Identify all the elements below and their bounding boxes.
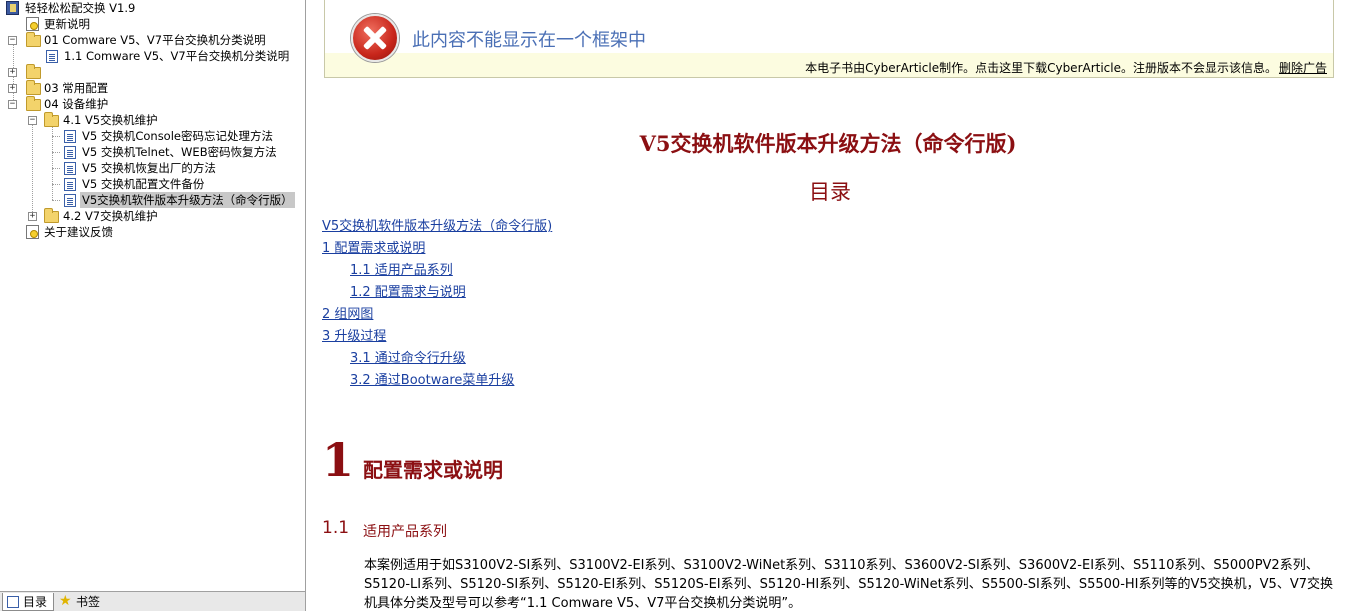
tree-item-factory-reset[interactable]: V5 交换机恢复出厂的方法 [64,160,218,176]
tree-item-label: 1.1 Comware V5、V7平台交换机分类说明 [64,49,290,63]
tree-item-02[interactable]: + [8,64,46,80]
collapse-toggle[interactable]: − [28,116,37,125]
tree-item-04[interactable]: − 04 设备维护 [8,96,110,112]
tree-item-label: V5 交换机恢复出厂的方法 [82,161,216,175]
collapse-toggle[interactable]: − [8,36,17,45]
toc-link-2[interactable]: 2 组网图 [322,303,373,322]
tab-toc[interactable]: 目录 [2,593,54,611]
tree-item-config-backup[interactable]: V5 交换机配置文件备份 [64,176,206,192]
page-smiley-icon [26,225,39,239]
folder-icon [44,112,59,127]
page-title: V5交换机软件版本升级方法（命令行版) [639,131,1017,156]
tree-item-label: 4.1 V5交换机维护 [63,113,158,127]
tree-item-label: 03 常用配置 [44,81,109,95]
toc-link-3[interactable]: 3 升级过程 [322,325,386,344]
document-icon [64,146,76,159]
subsection-number: 1.1 [322,518,350,538]
document-icon [64,130,76,143]
toc-link-1-1[interactable]: 1.1 适用产品系列 [350,259,453,278]
cyberarticle-note[interactable]: 本电子书由CyberArticle制作。点击这里下载CyberArticle。注… [805,59,1277,76]
expand-toggle[interactable]: + [28,212,37,221]
tree-guide-line [52,184,60,185]
toc-link-3-1[interactable]: 3.1 通过命令行升级 [350,347,466,366]
toc-link-1-2[interactable]: 1.2 配置需求与说明 [350,281,466,300]
expand-toggle[interactable]: + [8,84,17,93]
section-number: 1 [322,433,355,487]
tree-item-label: 04 设备维护 [44,97,109,111]
tree-item-label: 01 Comware V5、V7平台交换机分类说明 [44,33,266,47]
book-icon [6,1,19,15]
error-x-icon [351,14,399,62]
tree-item-label: V5 交换机Console密码忘记处理方法 [82,129,273,143]
delete-ad-link[interactable]: 删除广告 [1279,59,1327,76]
pane-tabs: 目录 ★ 书签 [0,591,305,611]
tree-item-4-2[interactable]: + 4.2 V7交换机维护 [28,208,160,224]
toc-link-3-2[interactable]: 3.2 通过Bootware菜单升级 [350,369,514,388]
tree-item-label: V5 交换机Telnet、WEB密码恢复方法 [82,145,277,159]
tree-item-03[interactable]: + 03 常用配置 [8,80,110,96]
tree-root-label: 轻轻松松配交换 V1.9 [25,1,136,15]
body-paragraph: 本案例适用于如S3100V2-SI系列、S3100V2-EI系列、S3100V2… [364,558,1333,611]
tree-item-1-1[interactable]: 1.1 Comware V5、V7平台交换机分类说明 [46,48,291,64]
document-icon [64,194,76,207]
tree-guide-line [52,168,60,169]
toc-link-title[interactable]: V5交换机软件版本升级方法（命令行版) [322,215,552,234]
tree-guide-line [52,126,53,200]
tree-guide-line [52,200,60,201]
tree-item-software-upgrade[interactable]: V5交换机软件版本升级方法（命令行版） [64,192,295,208]
toc-heading: 目录 [809,180,851,204]
tree-guide-line [52,152,60,153]
folder-icon [26,32,41,47]
document-view: 此内容不能显示在一个框架中 本电子书由CyberArticle制作。点击这里下载… [308,0,1348,611]
tree-item-label: V5 交换机配置文件备份 [82,177,205,191]
tree-item-label: 关于建议反馈 [44,225,113,239]
document-icon [64,162,76,175]
tree-item-label: 更新说明 [44,17,90,31]
tree-item-telnet-web-password[interactable]: V5 交换机Telnet、WEB密码恢复方法 [64,144,279,160]
tree-guide-line [32,120,33,216]
subsection-title: 适用产品系列 [363,524,447,540]
tab-bookmarks[interactable]: ★ 书签 [56,593,104,611]
navigation-pane: 轻轻松松配交换 V1.9 更新说明 − 01 Comware V5、V7平台交换… [0,0,306,611]
expand-toggle[interactable]: + [8,68,17,77]
tree-item-01[interactable]: − 01 Comware V5、V7平台交换机分类说明 [8,32,268,48]
folder-icon [26,80,41,95]
collapse-toggle[interactable]: − [8,100,17,109]
tab-toc-label: 目录 [23,595,48,609]
section-title: 配置需求或说明 [363,458,503,482]
folder-icon [26,96,41,111]
tree-item-label: 4.2 V7交换机维护 [63,209,158,223]
tree-item-update-notes[interactable]: 更新说明 [26,16,92,32]
tree-guide-line [52,136,60,137]
folder-icon [44,208,59,223]
tree-item-feedback[interactable]: 关于建议反馈 [26,224,115,240]
star-icon: ★ [59,593,72,609]
toc-link-1[interactable]: 1 配置需求或说明 [322,237,425,256]
document-icon [46,50,58,63]
frame-message: 此内容不能显示在一个框架中 [412,30,646,51]
document-icon [64,178,76,191]
tree-item-4-1[interactable]: − 4.1 V5交换机维护 [28,112,160,128]
tree-item-label-selected: V5交换机软件版本升级方法（命令行版） [80,192,295,208]
tree-item-console-password[interactable]: V5 交换机Console密码忘记处理方法 [64,128,275,144]
toc-tree: 轻轻松松配交换 V1.9 更新说明 − 01 Comware V5、V7平台交换… [0,0,305,588]
toc-icon [7,596,19,608]
page-smiley-icon [26,17,39,31]
tab-bookmarks-label: 书签 [76,595,101,609]
folder-icon [26,64,41,79]
blocked-frame-notice: 此内容不能显示在一个框架中 本电子书由CyberArticle制作。点击这里下载… [324,0,1334,78]
tree-root[interactable]: 轻轻松松配交换 V1.9 [6,0,137,16]
